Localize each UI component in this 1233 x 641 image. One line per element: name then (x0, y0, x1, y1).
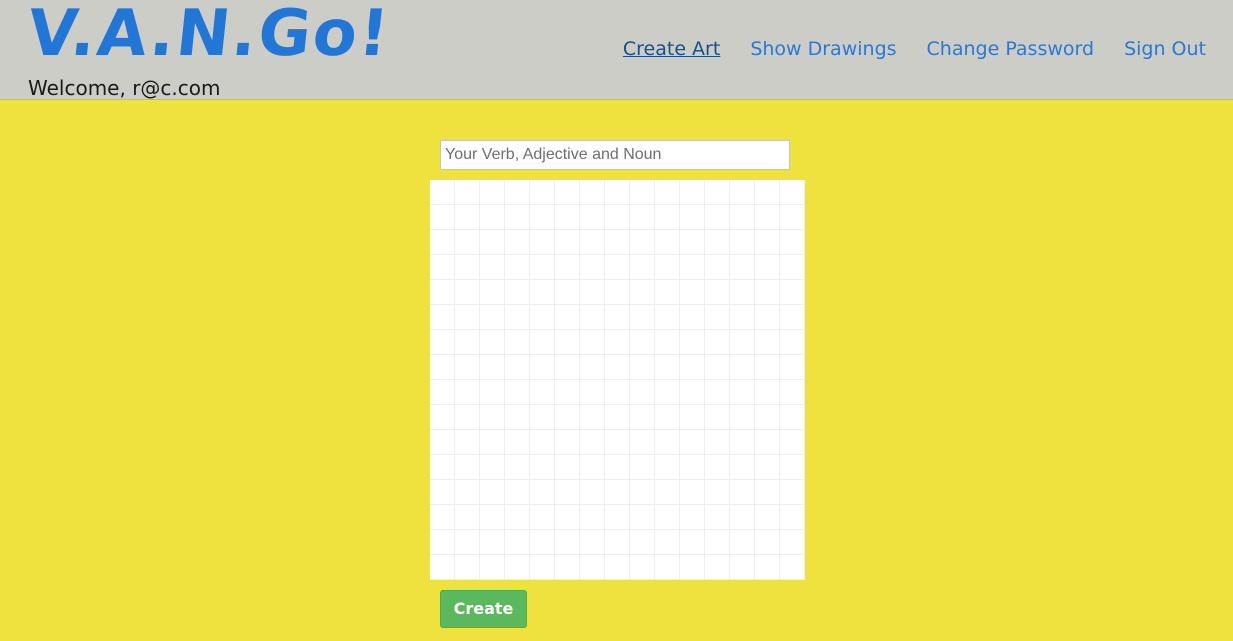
nav-change-password-link[interactable]: Change Password (927, 36, 1095, 62)
main-nav: Create Art Show Drawings Change Password… (623, 36, 1206, 62)
drawing-title-input[interactable] (440, 140, 790, 170)
welcome-message: Welcome, r@c.com (28, 76, 221, 100)
nav-sign-out-link[interactable]: Sign Out (1124, 36, 1206, 62)
nav-create-art-link[interactable]: Create Art (623, 36, 720, 62)
drawing-canvas[interactable] (430, 180, 805, 580)
nav-show-drawings-link[interactable]: Show Drawings (750, 36, 896, 62)
site-logo[interactable]: V.A.N.Go! (24, 0, 394, 72)
create-button[interactable]: Create (440, 590, 527, 628)
site-header: V.A.N.Go! Welcome, r@c.com Create Art Sh… (0, 0, 1233, 100)
